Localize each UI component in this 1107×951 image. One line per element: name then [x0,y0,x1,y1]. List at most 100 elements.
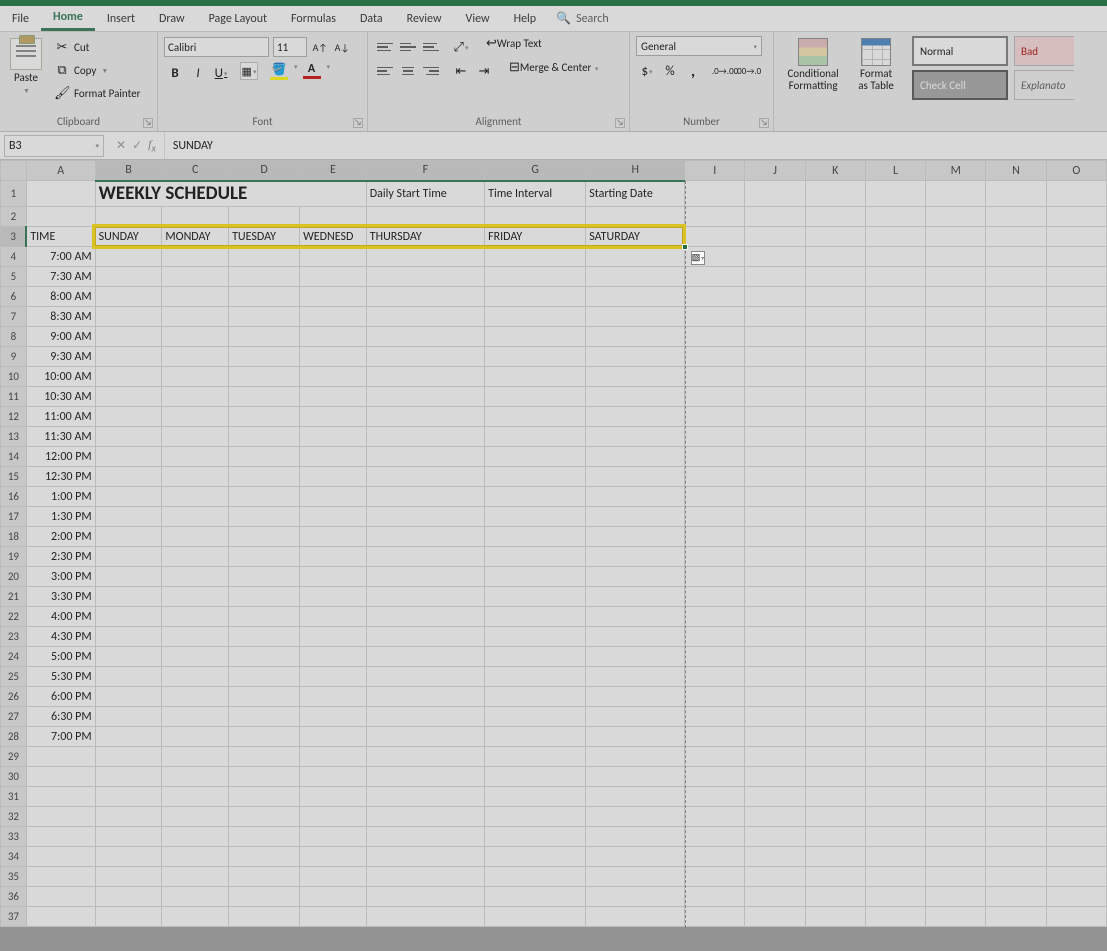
cell[interactable] [986,287,1046,307]
cell[interactable] [865,327,925,347]
cell[interactable] [745,227,805,247]
cell[interactable] [805,507,865,527]
cell[interactable] [586,287,685,307]
format-as-table-button[interactable]: Format as Table [852,36,900,93]
cell[interactable] [865,467,925,487]
cell[interactable] [162,567,229,587]
cell[interactable] [865,867,925,887]
cell[interactable] [485,467,586,487]
cell[interactable] [685,487,745,507]
cell[interactable] [586,607,685,627]
cell[interactable] [1046,807,1106,827]
cell[interactable] [300,587,367,607]
name-box[interactable]: B3▾ [4,135,104,157]
cell[interactable] [745,867,805,887]
row-header[interactable]: 8 [1,327,27,347]
cell[interactable] [95,807,162,827]
cell[interactable] [229,327,300,347]
cell[interactable] [485,727,586,747]
cell-time[interactable]: 1:30 PM [26,507,95,527]
cell[interactable] [366,727,484,747]
cell[interactable] [366,427,484,447]
column-header-G[interactable]: G [485,161,586,181]
cell[interactable] [685,407,745,427]
row-header[interactable]: 9 [1,347,27,367]
cell[interactable] [586,347,685,367]
cell[interactable] [229,487,300,507]
tab-draw[interactable]: Draw [147,6,197,31]
column-header-O[interactable]: O [1046,161,1106,181]
cell[interactable] [745,367,805,387]
cell[interactable] [926,687,986,707]
cell[interactable] [685,387,745,407]
column-header-L[interactable]: L [865,161,925,181]
cell[interactable] [745,847,805,867]
cell[interactable] [805,727,865,747]
cell[interactable] [366,587,484,607]
cell[interactable] [485,547,586,567]
cell[interactable] [805,387,865,407]
cell-time[interactable]: 4:30 PM [26,627,95,647]
cell[interactable] [485,867,586,887]
cell[interactable] [805,547,865,567]
cell[interactable] [586,567,685,587]
cell[interactable] [926,827,986,847]
cell[interactable] [926,527,986,547]
cell[interactable] [485,587,586,607]
cell[interactable] [926,727,986,747]
cell[interactable] [1046,707,1106,727]
cell[interactable] [586,387,685,407]
cell[interactable] [162,807,229,827]
cell[interactable] [300,687,367,707]
cell[interactable] [1046,427,1106,447]
row-header[interactable]: 19 [1,547,27,567]
cell[interactable] [685,227,745,247]
cell[interactable] [229,387,300,407]
cell[interactable] [805,847,865,867]
cell[interactable] [366,247,484,267]
cell[interactable] [300,447,367,467]
cell[interactable] [95,267,162,287]
row-header[interactable]: 11 [1,387,27,407]
cell[interactable] [229,367,300,387]
cell[interactable] [162,447,229,467]
cell[interactable] [95,207,162,227]
cell[interactable] [300,247,367,267]
cell[interactable] [485,487,586,507]
row-header[interactable]: 26 [1,687,27,707]
cell[interactable] [986,527,1046,547]
cell[interactable] [95,347,162,367]
cell[interactable] [926,707,986,727]
cell[interactable] [586,747,685,767]
cell[interactable] [805,747,865,767]
cell[interactable] [229,527,300,547]
cell[interactable] [586,467,685,487]
cell[interactable] [26,787,95,807]
cell[interactable] [926,307,986,327]
cell-time[interactable]: 6:30 PM [26,707,95,727]
cell[interactable] [586,527,685,547]
cut-button[interactable]: ✂Cut [52,36,142,58]
dialog-launcher-icon[interactable]: ↘ [353,118,363,128]
cell[interactable] [805,867,865,887]
cell[interactable] [229,567,300,587]
align-middle-button[interactable] [397,36,419,58]
row-header[interactable]: 27 [1,707,27,727]
cell[interactable] [926,407,986,427]
cell[interactable] [95,627,162,647]
cell[interactable] [926,547,986,567]
cell[interactable] [485,907,586,927]
format-painter-button[interactable]: 🖌Format Painter [52,82,142,104]
cell[interactable] [685,507,745,527]
cell[interactable] [26,767,95,787]
cell[interactable] [926,747,986,767]
cell[interactable] [162,847,229,867]
cell[interactable] [986,427,1046,447]
cell[interactable] [805,787,865,807]
cell[interactable] [162,287,229,307]
dialog-launcher-icon[interactable]: ↘ [615,118,625,128]
cell[interactable] [926,847,986,867]
cell[interactable] [300,287,367,307]
cell[interactable] [685,787,745,807]
cell[interactable] [229,307,300,327]
